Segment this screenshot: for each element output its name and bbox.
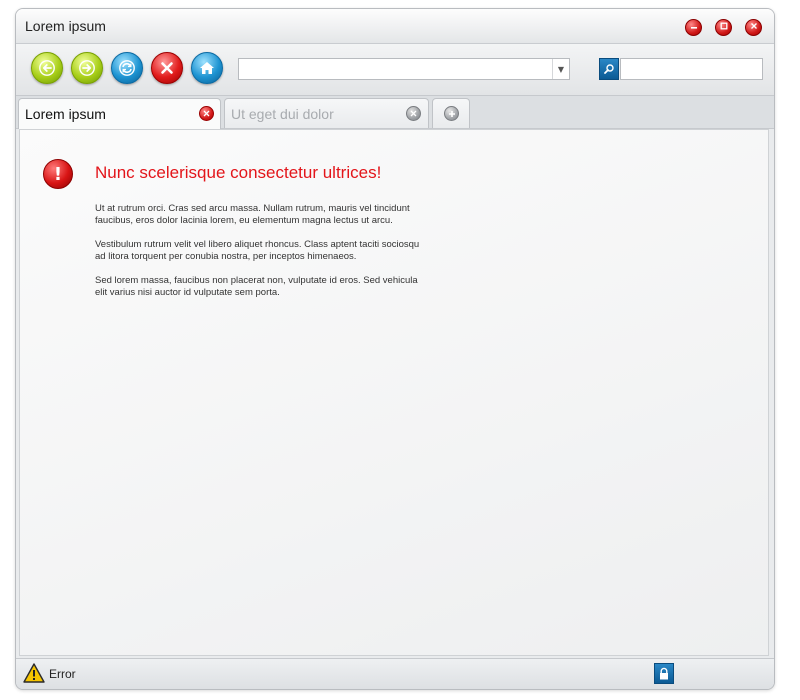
forward-arrow-icon xyxy=(79,60,95,76)
stop-button[interactable] xyxy=(151,52,183,84)
paragraph-3: Sed lorem massa, faucibus non placerat n… xyxy=(95,275,418,298)
tab-label: Ut eget dui dolor xyxy=(231,106,334,122)
refresh-button[interactable] xyxy=(111,52,143,84)
home-icon xyxy=(200,62,214,74)
error-heading: Nunc scelerisque consectetur ultrices! xyxy=(95,163,382,182)
tab-close-button[interactable] xyxy=(199,106,214,121)
chevron-down-icon: ▼ xyxy=(557,64,565,74)
warning-icon xyxy=(23,663,45,683)
toolbar: ▼ xyxy=(16,44,774,96)
tab-ut-eget-dui-dolor[interactable]: Ut eget dui dolor xyxy=(224,98,429,128)
close-button[interactable] xyxy=(745,19,762,36)
tab-close-button[interactable] xyxy=(406,106,421,121)
home-button[interactable] xyxy=(191,52,223,84)
minimize-icon xyxy=(690,22,698,33)
refresh-icon xyxy=(119,60,135,76)
address-input[interactable] xyxy=(243,60,547,80)
close-icon xyxy=(203,110,210,117)
minimize-button[interactable] xyxy=(685,19,702,36)
status-text: Error xyxy=(49,667,76,681)
plus-icon xyxy=(448,110,455,117)
close-icon xyxy=(410,110,417,117)
search-input-box[interactable] xyxy=(620,58,763,80)
back-arrow-icon xyxy=(39,60,55,76)
page-content: ! Nunc scelerisque consectetur ultrices!… xyxy=(19,129,769,656)
window-title: Lorem ipsum xyxy=(25,18,106,34)
paragraph-1: Ut at rutrum orci. Cras sed arcu massa. … xyxy=(95,203,410,226)
exclamation-icon: ! xyxy=(43,159,73,189)
tab-label: Lorem ipsum xyxy=(25,106,106,122)
title-bar: Lorem ipsum xyxy=(16,9,774,44)
forward-button[interactable] xyxy=(71,52,103,84)
tab-bar: Lorem ipsum Ut eget dui dolor xyxy=(16,96,774,129)
address-dropdown-button[interactable]: ▼ xyxy=(552,59,569,79)
magnifier-icon xyxy=(604,64,614,74)
search-input[interactable] xyxy=(625,60,762,80)
search-button[interactable] xyxy=(599,58,619,80)
close-icon xyxy=(750,22,758,33)
tab-lorem-ipsum[interactable]: Lorem ipsum xyxy=(18,98,221,129)
stop-icon xyxy=(161,62,173,74)
lock-icon[interactable] xyxy=(654,663,674,684)
status-bar: Error xyxy=(16,658,774,689)
back-button[interactable] xyxy=(31,52,63,84)
browser-window: Lorem ipsum ▼ Lorem ipsum Ut eget dui do… xyxy=(15,8,775,690)
new-tab-button[interactable] xyxy=(444,106,459,121)
address-bar[interactable]: ▼ xyxy=(238,58,570,80)
maximize-button[interactable] xyxy=(715,19,732,36)
maximize-icon xyxy=(720,22,728,33)
new-tab[interactable] xyxy=(432,98,470,128)
paragraph-2: Vestibulum rutrum velit vel libero aliqu… xyxy=(95,239,420,262)
